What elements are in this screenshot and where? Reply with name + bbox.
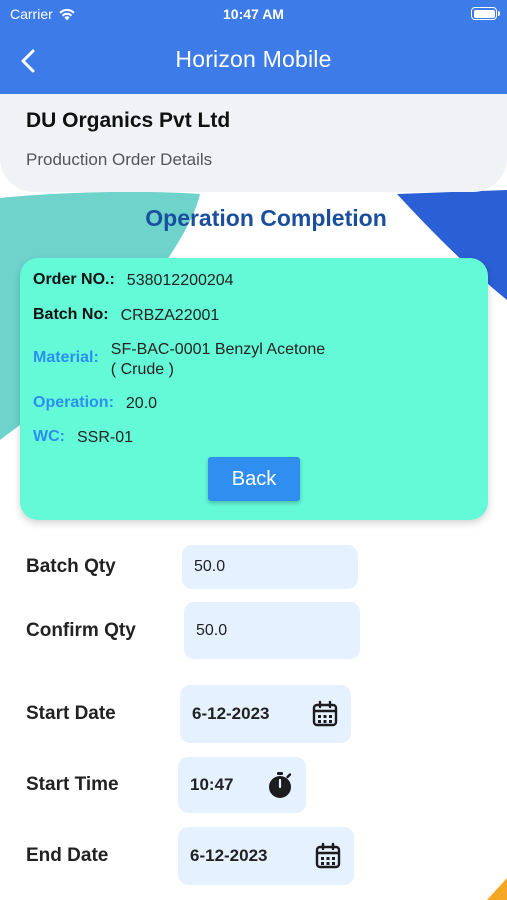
header-card: DU Organics Pvt Ltd Production Order Det… xyxy=(0,94,507,192)
start-time-label: Start Time xyxy=(26,774,119,795)
order-number-row: Order NO.: 538012200204 xyxy=(33,271,234,291)
corner-decoration xyxy=(487,878,507,900)
navigation-bar: Horizon Mobile xyxy=(0,28,507,94)
batch-number-label: Batch No: xyxy=(33,306,109,323)
order-info-card: Order NO.: 538012200204 Batch No: CRBZA2… xyxy=(20,258,488,520)
operation-label: Operation: xyxy=(33,394,114,411)
start-time-value: 10:47 xyxy=(190,775,234,794)
batch-number-row: Batch No: CRBZA22001 xyxy=(33,306,219,326)
end-date-label: End Date xyxy=(26,845,109,866)
back-button[interactable]: Back xyxy=(208,457,300,501)
start-date-label: Start Date xyxy=(26,703,116,724)
end-date-value: 6-12-2023 xyxy=(190,846,268,865)
battery-icon xyxy=(471,7,500,20)
batch-qty-label: Batch Qty xyxy=(26,556,116,577)
section-title: Operation Completion xyxy=(145,205,387,231)
order-number-label: Order NO.: xyxy=(33,271,115,288)
company-name: DU Organics Pvt Ltd xyxy=(26,109,231,132)
batch-qty-field[interactable]: 50.0 xyxy=(182,545,358,589)
start-date-picker[interactable]: 6-12-2023 xyxy=(180,685,351,743)
stopwatch-icon[interactable] xyxy=(266,771,294,799)
confirm-qty-input[interactable]: 50.0 xyxy=(184,602,360,659)
operation-row: Operation: 20.0 xyxy=(33,394,157,414)
end-date-picker[interactable]: 6-12-2023 xyxy=(178,827,354,885)
status-bar: Carrier 10:47 AM xyxy=(0,0,507,28)
material-value-line1: SF-BAC-0001 Benzyl Acetone xyxy=(110,341,326,358)
confirm-qty-label: Confirm Qty xyxy=(26,620,136,641)
page-subtitle: Production Order Details xyxy=(26,150,213,169)
work-center-label: WC: xyxy=(33,428,65,445)
material-row: Material: SF-BAC-0001 Benzyl Acetone ( C… xyxy=(33,340,325,380)
nav-title: Horizon Mobile xyxy=(175,46,332,72)
material-value: SF-BAC-0001 Benzyl Acetone ( Crude ) xyxy=(111,340,325,380)
calendar-icon[interactable] xyxy=(311,700,339,728)
work-center-row: WC: SSR-01 xyxy=(33,428,133,448)
material-label: Material: xyxy=(33,349,99,366)
status-time: 10:47 AM xyxy=(223,6,284,22)
material-value-line2: ( Crude ) xyxy=(110,361,174,378)
operation-value: 20.0 xyxy=(125,395,158,412)
batch-number-value: CRBZA22001 xyxy=(120,307,220,324)
work-center-value: SSR-01 xyxy=(76,429,134,446)
start-date-value: 6-12-2023 xyxy=(192,704,270,723)
start-time-picker[interactable]: 10:47 xyxy=(178,757,306,813)
calendar-icon[interactable] xyxy=(314,842,342,870)
order-number-value: 538012200204 xyxy=(126,272,234,289)
